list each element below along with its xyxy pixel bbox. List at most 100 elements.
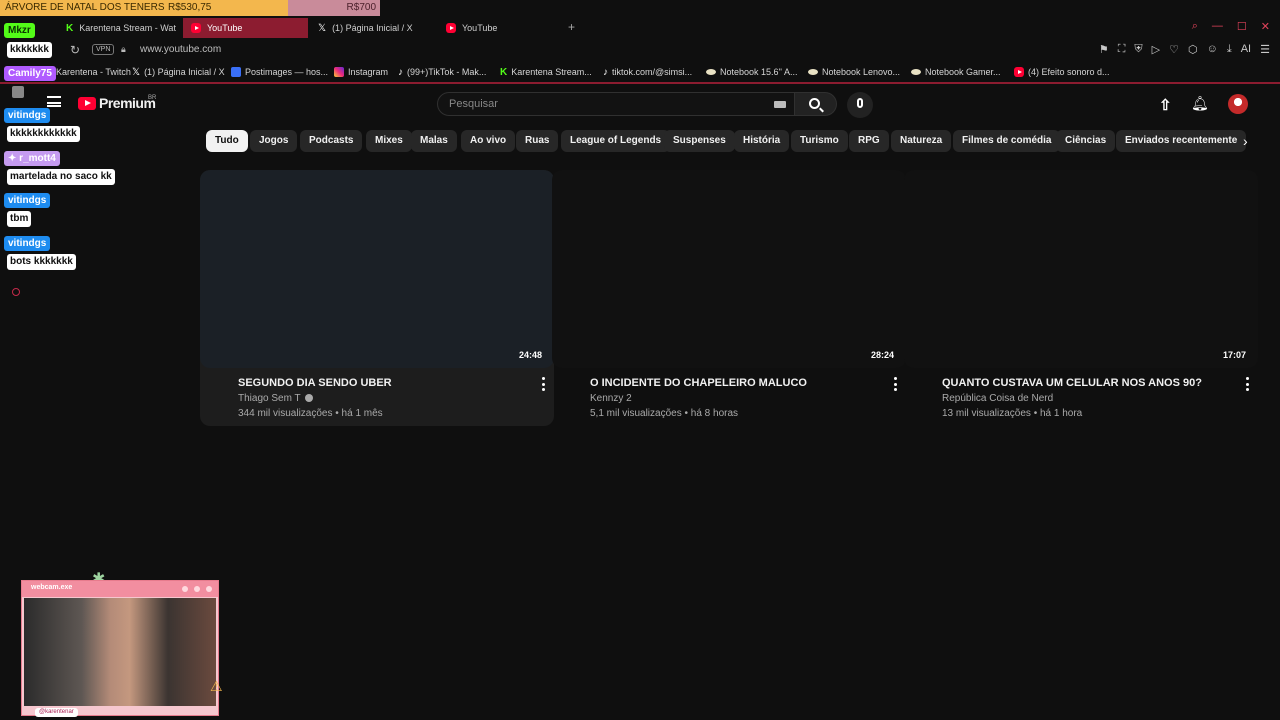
video-card[interactable]: 24:48 SEGUNDO DIA SENDO UBER Thiago Sem … [200,170,554,426]
video-duration: 28:24 [870,350,894,360]
bookmark-label: (1) Página Inicial / X [144,67,225,77]
keyboard-icon[interactable] [774,101,786,108]
video-title[interactable]: QUANTO CUSTAVA UM CELULAR NOS ANOS 90? [942,377,1202,389]
bookmark-item[interactable]: Notebook Gamer... [911,67,1001,77]
chip-natureza[interactable]: Natureza [891,130,952,152]
play-icon[interactable]: ▷ [1152,43,1160,56]
bookmark-item[interactable]: ♪ tiktok.com/@simsi... [603,67,692,78]
video-meta: 13 mil visualizações • há 1 hora [942,408,1083,419]
avatar[interactable] [1228,94,1248,114]
bookmark-icon[interactable]: ⚑ [1099,43,1109,56]
heart-icon[interactable]: ♡ [1169,43,1179,56]
bookmark-item[interactable]: 𝕏 (1) Página Inicial / X [132,67,225,78]
video-channel[interactable]: Kennzy 2 [590,393,632,404]
more-options-icon[interactable] [540,377,546,391]
bookmark-item[interactable]: ♪ (99+)TikTok - Mak... [398,67,487,78]
lock-icon[interactable]: 🔒︎ [121,44,126,55]
video-channel[interactable]: República Coisa de Nerd [942,393,1053,404]
goal-current-amount: R$530,75 [168,2,212,13]
bookmark-item[interactable]: (4) Efeito sonoro d... [1014,67,1110,77]
bookmark-label: Postimages — hos... [245,67,329,77]
bookmark-item[interactable]: Karentena - Twitch [56,67,131,77]
bookmark-label: (99+)TikTok - Mak... [407,67,487,77]
video-title[interactable]: SEGUNDO DIA SENDO UBER [238,377,392,389]
chip-jogos[interactable]: Jogos [250,130,298,152]
chip-podcasts[interactable]: Podcasts [300,130,363,152]
video-duration: 24:48 [518,350,542,360]
chip-turismo[interactable]: Turismo [791,130,848,152]
youtube-icon [1014,67,1024,77]
bookmark-item[interactable]: Notebook 15.6'' A... [706,67,798,77]
postimages-icon [231,67,241,77]
webcam-title: webcam.exe [31,584,73,591]
video-thumbnail[interactable] [904,170,1258,368]
upload-icon[interactable]: ⇧ [1159,96,1172,114]
search-icon [809,98,820,109]
voice-search-button[interactable] [847,92,873,118]
kick-icon: K [66,23,74,34]
video-card[interactable]: 28:24 O INCIDENTE DO CHAPELEIRO MALUCO K… [552,170,906,426]
chip-ao-vivo[interactable]: Ao vivo [461,130,516,152]
channel-name: Thiago Sem T [238,393,301,404]
chip-suspenses[interactable]: Suspenses [664,130,735,152]
notifications-bell-icon[interactable]: 🔔︎ [1191,95,1209,112]
maximize-icon[interactable]: ☐ [1237,20,1247,33]
video-card[interactable]: 17:07 QUANTO CUSTAVA UM CELULAR NOS ANOS… [904,170,1258,426]
bookmark-label: Notebook Lenovo... [822,67,901,77]
video-thumbnail[interactable] [200,170,554,368]
shield-icon[interactable]: ⛨ [1134,43,1142,56]
chip-filmes-de-comedia[interactable]: Filmes de comédia [953,130,1061,152]
search-input[interactable]: Pesquisar [437,92,795,116]
chip-ruas[interactable]: Ruas [516,130,559,152]
video-duration: 17:07 [1222,350,1246,360]
tab-youtube[interactable]: YouTube [438,18,563,38]
search-button[interactable] [795,92,837,116]
tab-x[interactable]: 𝕏 (1) Página Inicial / X [310,18,435,38]
bookmark-item[interactable]: Postimages — hos... [231,67,328,77]
vpn-badge[interactable]: VPN [92,44,115,55]
ai-button[interactable]: AI [1241,43,1251,56]
search-tabs-icon[interactable]: ⌕ [1192,20,1198,33]
video-thumbnail[interactable] [552,170,906,368]
tiktok-icon: ♪ [603,67,608,78]
chip-ciencias[interactable]: Ciências [1056,130,1116,152]
tab-youtube-active[interactable]: YouTube [183,18,308,38]
chip-historia[interactable]: História [734,130,790,152]
chip-mixes[interactable]: Mixes [366,130,412,152]
download-icon[interactable]: ⤓ [1227,43,1232,56]
minimize-icon[interactable]: — [1212,20,1223,33]
chip-enviados-recentemente[interactable]: Enviados recentemente [1116,130,1247,152]
notebook-icon [911,69,921,75]
chat-message: tbm [7,211,32,227]
chip-league-of-legends[interactable]: League of Legends [561,130,671,152]
window-dot-icon [206,586,212,592]
reload-icon[interactable]: ↻ [70,43,80,57]
chat-message: kkkkkkk [7,42,52,58]
video-title[interactable]: O INCIDENTE DO CHAPELEIRO MALUCO [590,377,807,389]
hamburger-menu-icon[interactable] [47,96,61,107]
more-options-icon[interactable] [892,377,898,391]
account-icon[interactable]: ☺ [1207,43,1218,56]
video-meta: 5,1 mil visualizações • há 8 horas [590,408,739,419]
settings-icon [12,288,20,296]
chip-malas[interactable]: Malas [411,130,457,152]
new-tab-button[interactable]: + [568,20,575,34]
tab-label: YouTube [207,23,243,33]
screenshot-icon[interactable]: ⛶ [1118,43,1126,56]
menu-dots-icon[interactable]: ☰ [1260,43,1270,56]
chip-tudo[interactable]: Tudo [206,130,248,152]
extensions-icon[interactable]: ⬡ [1188,43,1198,56]
close-icon[interactable]: ✕ [1261,20,1270,33]
more-options-icon[interactable] [1244,377,1250,391]
youtube-premium-logo[interactable]: Premium [78,95,156,111]
window-dot-icon [182,586,188,592]
tab-label: (1) Página Inicial / X [332,23,413,33]
bookmark-item[interactable]: Instagram [334,67,388,77]
chevron-right-icon[interactable]: › [1243,133,1248,149]
bookmark-item[interactable]: K Karentena Stream... [500,67,592,78]
video-channel[interactable]: Thiago Sem T [238,393,313,404]
tab-karentena[interactable]: K Karentena Stream - Watch [58,18,176,38]
chip-rpg[interactable]: RPG [849,130,889,152]
url-field[interactable]: www.youtube.com [140,44,221,55]
bookmark-item[interactable]: Notebook Lenovo... [808,67,900,77]
